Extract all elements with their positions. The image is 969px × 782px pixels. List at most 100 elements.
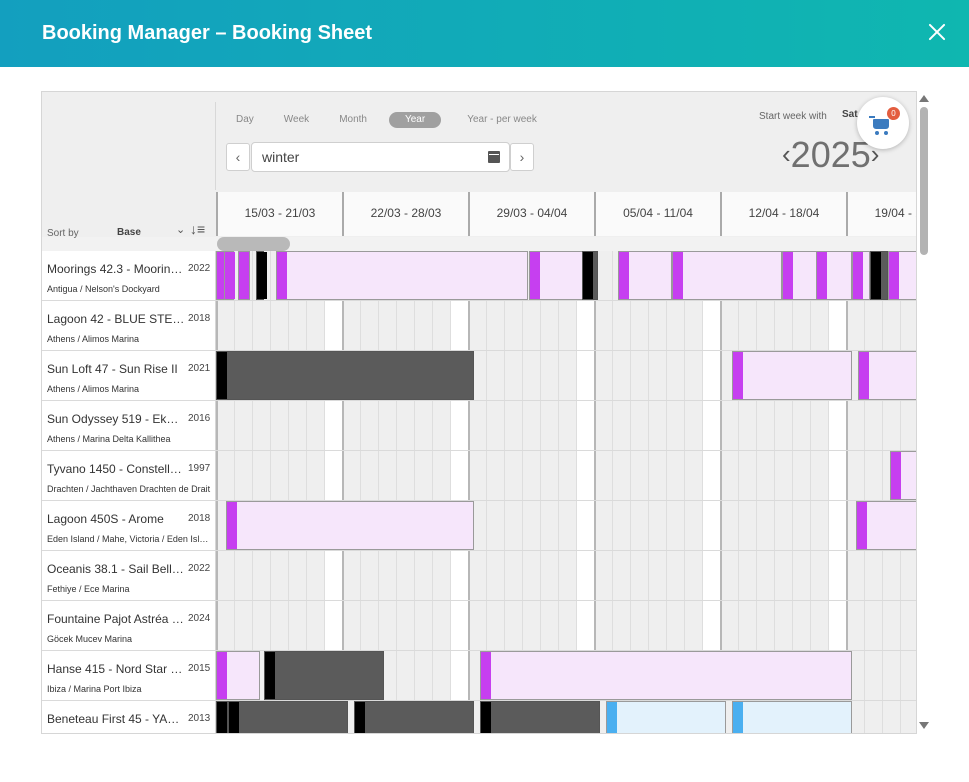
day-cell[interactable] <box>306 401 324 450</box>
day-cell[interactable] <box>720 301 738 350</box>
day-cell[interactable] <box>630 551 648 600</box>
day-cell[interactable] <box>504 451 522 500</box>
day-cell[interactable] <box>792 401 810 450</box>
booking-grid[interactable] <box>216 401 916 450</box>
horizontal-scrollbar[interactable] <box>217 237 290 251</box>
booking-block[interactable] <box>480 701 600 733</box>
day-cell[interactable] <box>522 451 540 500</box>
day-cell[interactable] <box>792 451 810 500</box>
day-cell[interactable] <box>576 451 594 500</box>
day-cell[interactable] <box>738 551 756 600</box>
day-cell[interactable] <box>594 451 612 500</box>
day-cell[interactable] <box>450 601 468 650</box>
boat-label[interactable]: Sun Odyssey 519 - Ekaterini 2016 Athens … <box>42 401 216 450</box>
day-cell[interactable] <box>666 451 684 500</box>
day-cell[interactable] <box>900 651 916 700</box>
day-cell[interactable] <box>540 601 558 650</box>
view-week[interactable]: Week <box>276 112 317 128</box>
day-cell[interactable] <box>216 401 234 450</box>
day-cell[interactable] <box>252 601 270 650</box>
day-cell[interactable] <box>216 551 234 600</box>
day-cell[interactable] <box>414 301 432 350</box>
day-cell[interactable] <box>342 551 360 600</box>
day-cell[interactable] <box>396 401 414 450</box>
booking-block[interactable] <box>858 351 916 400</box>
day-cell[interactable] <box>396 451 414 500</box>
day-cell[interactable] <box>630 351 648 400</box>
day-cell[interactable] <box>882 651 900 700</box>
day-cell[interactable] <box>648 301 666 350</box>
day-cell[interactable] <box>378 451 396 500</box>
day-cell[interactable] <box>522 301 540 350</box>
season-select[interactable]: winter <box>251 142 510 172</box>
day-cell[interactable] <box>864 651 882 700</box>
day-cell[interactable] <box>558 451 576 500</box>
day-cell[interactable] <box>612 551 630 600</box>
chevron-down-icon[interactable]: ⌄ <box>176 223 185 236</box>
day-cell[interactable] <box>486 401 504 450</box>
booking-block[interactable] <box>238 251 250 300</box>
boat-label[interactable]: Oceanis 38.1 - Sail Bellatrix 2022 Fethi… <box>42 551 216 600</box>
day-cell[interactable] <box>810 501 828 550</box>
day-cell[interactable] <box>882 401 900 450</box>
calendar-icon[interactable] <box>488 151 500 163</box>
day-cell[interactable] <box>432 651 450 700</box>
day-cell[interactable] <box>810 401 828 450</box>
day-cell[interactable] <box>684 601 702 650</box>
day-cell[interactable] <box>306 301 324 350</box>
day-cell[interactable] <box>486 351 504 400</box>
day-cell[interactable] <box>306 601 324 650</box>
booking-block[interactable] <box>816 251 852 300</box>
day-cell[interactable] <box>576 501 594 550</box>
day-cell[interactable] <box>486 501 504 550</box>
day-cell[interactable] <box>594 551 612 600</box>
day-cell[interactable] <box>504 601 522 650</box>
day-cell[interactable] <box>810 551 828 600</box>
day-cell[interactable] <box>252 451 270 500</box>
day-cell[interactable] <box>558 351 576 400</box>
day-cell[interactable] <box>684 401 702 450</box>
day-cell[interactable] <box>900 401 916 450</box>
booking-block[interactable] <box>256 251 267 300</box>
day-cell[interactable] <box>828 551 846 600</box>
day-cell[interactable] <box>288 401 306 450</box>
day-cell[interactable] <box>720 551 738 600</box>
day-cell[interactable] <box>756 501 774 550</box>
day-cell[interactable] <box>486 301 504 350</box>
day-cell[interactable] <box>666 551 684 600</box>
day-cell[interactable] <box>450 551 468 600</box>
booking-grid[interactable] <box>216 251 916 300</box>
day-cell[interactable] <box>414 401 432 450</box>
day-cell[interactable] <box>216 451 234 500</box>
day-cell[interactable] <box>774 551 792 600</box>
day-cell[interactable] <box>594 501 612 550</box>
day-cell[interactable] <box>576 551 594 600</box>
booking-block[interactable] <box>618 251 672 300</box>
booking-block[interactable] <box>224 251 235 300</box>
cart-button[interactable]: 0 <box>857 97 909 149</box>
day-cell[interactable] <box>378 601 396 650</box>
day-cell[interactable] <box>846 301 864 350</box>
boat-label[interactable]: Sun Loft 47 - Sun Rise II 2021 Athens / … <box>42 351 216 400</box>
day-cell[interactable] <box>612 351 630 400</box>
booking-block[interactable] <box>782 251 818 300</box>
day-cell[interactable] <box>864 451 882 500</box>
view-year-per-week[interactable]: Year - per week <box>459 112 545 128</box>
day-cell[interactable] <box>468 451 486 500</box>
booking-block[interactable] <box>529 251 583 300</box>
day-cell[interactable] <box>738 401 756 450</box>
day-cell[interactable] <box>612 401 630 450</box>
day-cell[interactable] <box>864 551 882 600</box>
day-cell[interactable] <box>234 551 252 600</box>
day-cell[interactable] <box>540 501 558 550</box>
day-cell[interactable] <box>378 551 396 600</box>
day-cell[interactable] <box>648 451 666 500</box>
booking-grid[interactable] <box>216 701 916 733</box>
day-cell[interactable] <box>864 601 882 650</box>
day-cell[interactable] <box>864 301 882 350</box>
day-cell[interactable] <box>900 701 916 733</box>
day-cell[interactable] <box>828 301 846 350</box>
day-cell[interactable] <box>504 351 522 400</box>
day-cell[interactable] <box>882 601 900 650</box>
day-cell[interactable] <box>486 551 504 600</box>
